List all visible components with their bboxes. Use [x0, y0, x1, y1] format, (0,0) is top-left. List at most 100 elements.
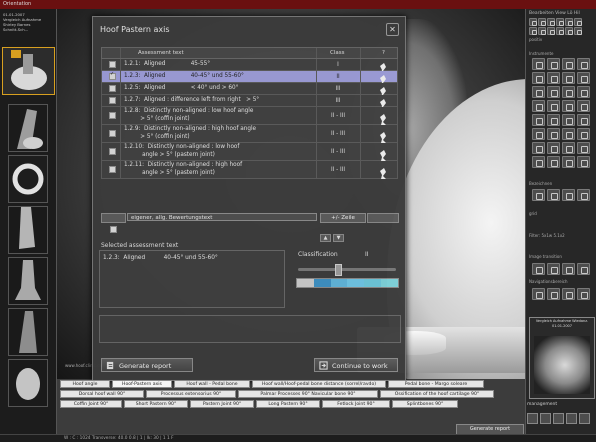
tab-fetlock-joint[interactable]: Fetlock Joint 90°: [322, 400, 390, 408]
tool-icon[interactable]: [547, 86, 560, 98]
close-button[interactable]: ✕: [386, 23, 399, 36]
thumbnail-foot-front[interactable]: [8, 257, 48, 305]
tab-long-pastern[interactable]: Long Pastern 90°: [256, 400, 320, 408]
settings-icon[interactable]: [579, 413, 590, 424]
classification-slider[interactable]: [298, 264, 396, 276]
tab-hoof-angle[interactable]: Hoof angle: [60, 380, 110, 388]
tool-icon[interactable]: [562, 128, 575, 140]
tool-icon[interactable]: [532, 86, 545, 98]
tool-icon[interactable]: [547, 114, 560, 126]
tool-icon[interactable]: [577, 86, 590, 98]
thumbnail-pastern[interactable]: [8, 104, 48, 152]
custom-row-checkbox[interactable]: [110, 226, 117, 233]
row-checkbox[interactable]: [109, 112, 116, 119]
tool-icon[interactable]: [562, 86, 575, 98]
selected-text-box[interactable]: 1.2.3: Aligned 40-45° und 55-60°: [99, 250, 285, 308]
tool-icon[interactable]: [532, 263, 545, 275]
table-row[interactable]: 1.2.5: Aligned < 40° und > 60° III: [101, 83, 398, 98]
tool-icon[interactable]: [574, 18, 582, 26]
thumbnail-leg[interactable]: [8, 206, 48, 254]
tool-icon[interactable]: [577, 263, 590, 275]
comparison-thumbnail[interactable]: Vergleich Aufnahme Wiedanz. 01.01.2007: [529, 317, 595, 399]
tool-icon[interactable]: [577, 72, 590, 84]
tool-icon[interactable]: [556, 27, 564, 35]
tool-icon[interactable]: [577, 288, 590, 300]
tool-icon[interactable]: [532, 72, 545, 84]
move-up-button[interactable]: ▲: [320, 234, 331, 242]
tool-icon[interactable]: [577, 156, 590, 168]
tool-icon[interactable]: [529, 18, 537, 26]
hoof-diagram-icon[interactable]: [378, 71, 388, 86]
tool-icon[interactable]: [577, 114, 590, 126]
tool-icon[interactable]: [577, 142, 590, 154]
hoof-diagram-icon[interactable]: [378, 59, 388, 74]
tab-short-pastern[interactable]: Short Pastern 90°: [124, 400, 188, 408]
tab-coffin-joint[interactable]: Coffin Joint 90°: [60, 400, 122, 408]
tool-icon[interactable]: [547, 18, 555, 26]
pencil-icon[interactable]: [532, 58, 545, 70]
tool-icon[interactable]: [577, 189, 590, 201]
tab-splintbones[interactable]: Splintbones 90°: [392, 400, 458, 408]
add-row-button[interactable]: +/- Zeile: [320, 213, 366, 223]
tool-icon[interactable]: [562, 156, 575, 168]
tool-icon[interactable]: [547, 27, 555, 35]
tool-icon[interactable]: [547, 142, 560, 154]
hoof-diagram-icon[interactable]: [378, 146, 388, 161]
tab-ossification[interactable]: Ossification of the hoof cartilage 90°: [380, 390, 494, 398]
zoom-icon[interactable]: [532, 288, 545, 300]
tool-icon[interactable]: [532, 128, 545, 140]
hoof-diagram-icon[interactable]: [378, 95, 388, 110]
tool-icon[interactable]: [532, 142, 545, 154]
tool-icon[interactable]: [532, 189, 545, 201]
hoof-diagram-icon[interactable]: [378, 164, 388, 179]
tool-icon[interactable]: [547, 189, 560, 201]
move-down-button[interactable]: ▼: [333, 234, 344, 242]
row-checkbox[interactable]: [109, 97, 116, 104]
row-checkbox[interactable]: [109, 148, 116, 155]
tab-hoof-wall-pedal-bone[interactable]: Hoof wall - Pedal bone: [174, 380, 250, 388]
line-tool-icon[interactable]: [547, 58, 560, 70]
tab-palmar-processes[interactable]: Palmar Processes 90° Navicular bone 90°: [238, 390, 378, 398]
custom-row-right-button[interactable]: [367, 213, 399, 223]
thumbnail-hoof-oblique[interactable]: [8, 359, 48, 407]
row-checkbox[interactable]: [109, 61, 116, 68]
table-row[interactable]: 1.2.3: Aligned 40-45° und 55-60° II: [101, 71, 398, 86]
tab-pedal-bone-margo[interactable]: Pedal bone - Margo soleare: [388, 380, 484, 388]
tool-icon[interactable]: [562, 263, 575, 275]
tab-hoof-wall-distance[interactable]: Hoof wall/Hoof-pedal bone distance (sorr…: [252, 380, 386, 388]
tool-icon[interactable]: [529, 27, 537, 35]
row-checkbox[interactable]: [109, 166, 116, 173]
tool-icon[interactable]: [562, 100, 575, 112]
export-icon[interactable]: [566, 413, 577, 424]
tab-hoof-pastern-axis[interactable]: Hoof-Pastern axis: [112, 380, 172, 388]
tool-icon[interactable]: [562, 142, 575, 154]
tool-icon[interactable]: [562, 72, 575, 84]
tool-icon[interactable]: [532, 100, 545, 112]
tool-icon[interactable]: [556, 18, 564, 26]
hoof-diagram-icon[interactable]: [378, 110, 388, 125]
hoof-diagram-icon[interactable]: [378, 128, 388, 143]
tool-icon[interactable]: [538, 27, 546, 35]
table-row[interactable]: 1.2.1: Aligned 45-55° I: [101, 59, 398, 74]
tool-icon[interactable]: [547, 288, 560, 300]
table-row[interactable]: 1.2.9: Distinctly non-aligned : high hoo…: [101, 125, 398, 143]
folder-icon[interactable]: [527, 413, 538, 424]
thumbnail-hoof-shoe[interactable]: [8, 155, 48, 203]
generate-report-button[interactable]: Generate report: [101, 358, 193, 372]
continue-button[interactable]: Continue to work: [314, 358, 398, 372]
row-checkbox[interactable]: [109, 85, 116, 92]
hoof-diagram-icon[interactable]: [378, 83, 388, 98]
ruler-icon[interactable]: [577, 58, 590, 70]
notes-box[interactable]: [99, 315, 401, 343]
tool-icon[interactable]: [562, 288, 575, 300]
tool-icon[interactable]: [532, 156, 545, 168]
slider-handle[interactable]: [335, 264, 342, 276]
tab-processus-extensorius[interactable]: Processus extensorius 90°: [146, 390, 236, 398]
custom-row-left-button[interactable]: [101, 213, 126, 223]
tool-icon[interactable]: [547, 100, 560, 112]
tool-icon[interactable]: [547, 128, 560, 140]
tool-icon[interactable]: [574, 27, 582, 35]
angle-tool-icon[interactable]: [562, 58, 575, 70]
tool-icon[interactable]: [565, 18, 573, 26]
row-checkbox[interactable]: [109, 71, 116, 80]
